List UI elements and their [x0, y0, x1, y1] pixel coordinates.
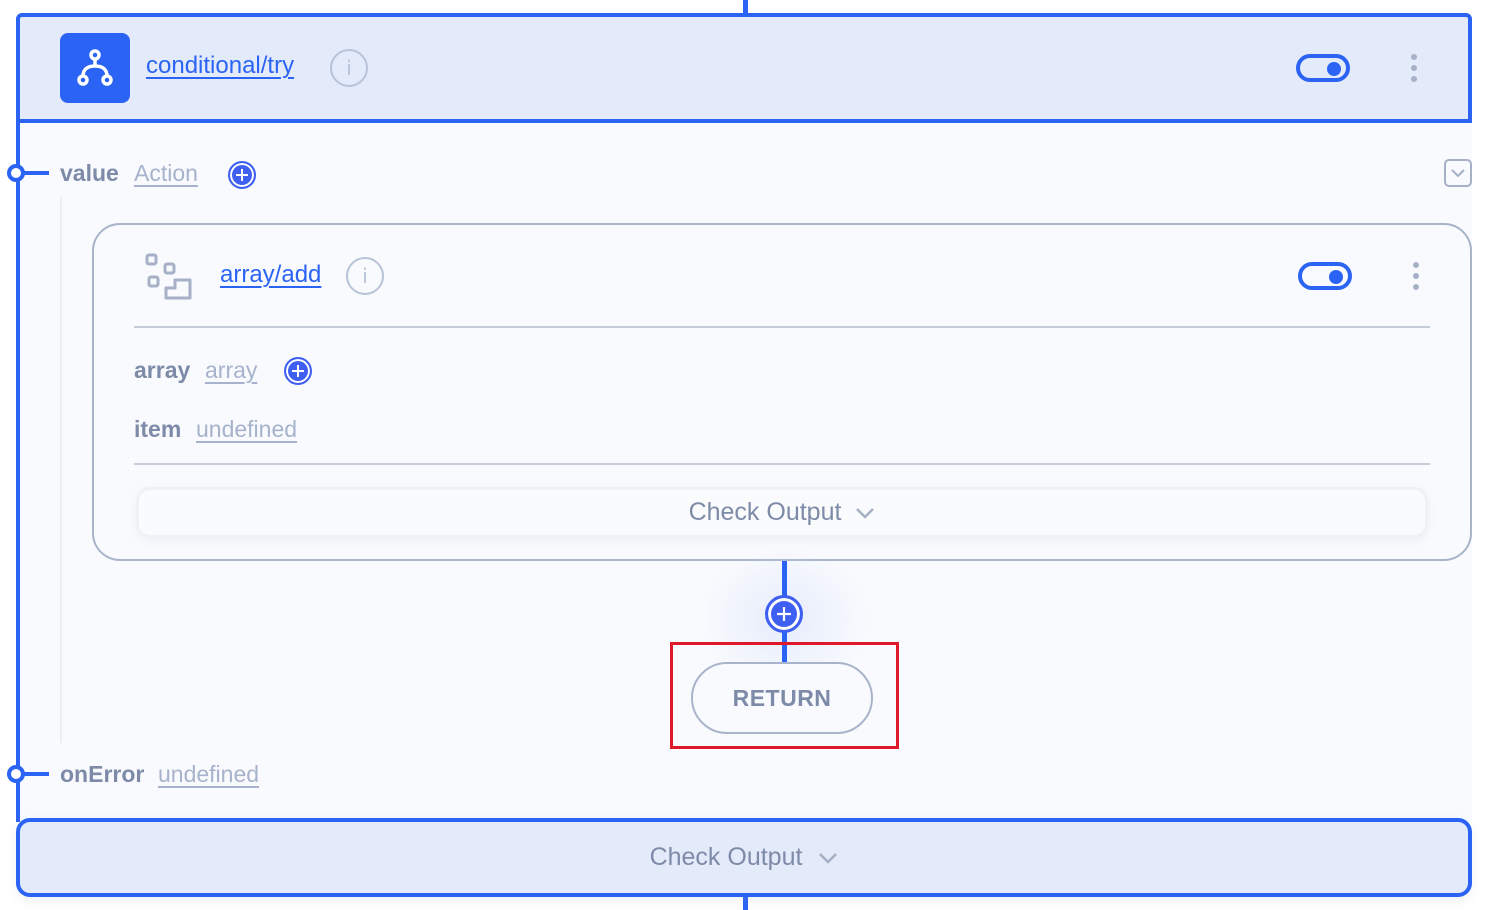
try-node-more-menu-icon[interactable]: [1409, 54, 1419, 82]
param-type-array[interactable]: array: [205, 357, 257, 384]
param-name-value: value: [60, 160, 119, 186]
param-name-onerror: onError: [60, 761, 145, 787]
toggle-knob: [1329, 270, 1343, 284]
array-add-title-link[interactable]: array/add: [220, 261, 321, 289]
try-node-title-link[interactable]: conditional/try: [146, 52, 294, 80]
array-add-more-menu-icon[interactable]: [1411, 262, 1421, 290]
plus-icon: [292, 365, 304, 377]
plus-icon: [777, 607, 791, 621]
chevron-down-icon: [819, 852, 838, 864]
branch-icon: [60, 33, 130, 103]
try-node-enable-toggle[interactable]: [1296, 54, 1350, 82]
plus-icon: [236, 169, 248, 181]
info-icon[interactable]: i: [330, 49, 368, 87]
insert-step-button[interactable]: [765, 595, 803, 633]
param-name-item: item: [134, 416, 182, 442]
add-value-action-button[interactable]: [228, 161, 256, 189]
toggle-knob: [1327, 62, 1341, 76]
check-output-label: Check Output: [688, 498, 842, 526]
return-node[interactable]: RETURN: [691, 662, 873, 734]
info-icon[interactable]: i: [346, 257, 384, 295]
chevron-down-icon: [1451, 169, 1465, 178]
collapse-value-button[interactable]: [1444, 159, 1472, 187]
param-type-value[interactable]: Action: [134, 160, 198, 187]
divider: [134, 326, 1430, 328]
chevron-down-icon: [856, 507, 875, 519]
onerror-port-connector: [21, 772, 49, 776]
array-steps-icon: [144, 252, 194, 307]
param-type-item[interactable]: undefined: [196, 416, 297, 443]
try-node-rail: [16, 120, 20, 822]
param-name-array: array: [134, 357, 191, 383]
array-add-enable-toggle[interactable]: [1298, 262, 1352, 290]
nesting-guide: [60, 197, 62, 743]
param-type-onerror[interactable]: undefined: [158, 761, 259, 788]
check-output-label: Check Output: [649, 843, 803, 871]
try-node-check-output-button[interactable]: Check Output: [16, 818, 1472, 897]
divider: [134, 463, 1430, 465]
value-port-connector: [21, 171, 49, 175]
add-array-value-button[interactable]: [284, 357, 312, 385]
array-add-check-output-button[interactable]: Check Output: [136, 487, 1428, 538]
